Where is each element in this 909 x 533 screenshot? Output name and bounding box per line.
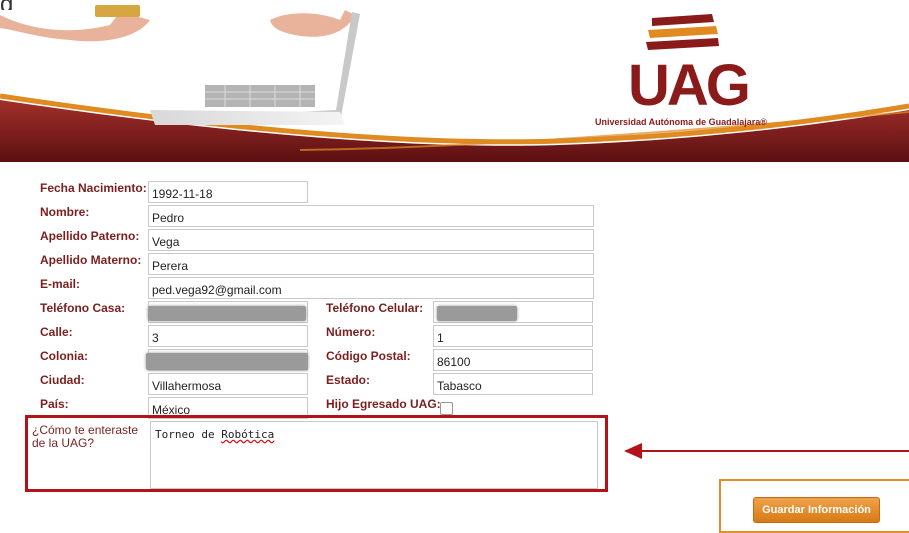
label-apellido-paterno: Apellido Paterno: — [40, 229, 140, 243]
university-name: Universidad Autónoma de Guadalajara® — [595, 117, 767, 127]
header-banner: UAG Universidad Autónoma de Guadalajara® — [0, 0, 909, 162]
guardar-informacion-button[interactable]: Guardar Información — [753, 497, 880, 523]
label-calle: Calle: — [40, 325, 73, 339]
label-ciudad: Ciudad: — [40, 373, 85, 387]
label-fecha-nacimiento: Fecha Nacimiento: — [40, 181, 147, 195]
label-hijo-egresado: Hijo Egresado UAG: — [326, 397, 441, 411]
label-nombre: Nombre: — [40, 205, 90, 219]
ciudad-input[interactable]: Villahermosa — [148, 373, 308, 395]
email-input[interactable]: ped.vega92@gmail.com — [148, 277, 594, 299]
nombre-input[interactable]: Pedro — [148, 205, 594, 227]
estado-input[interactable]: Tabasco — [433, 373, 593, 395]
annotation-arrow-line — [640, 450, 909, 452]
apellido-paterno-input[interactable]: Vega — [148, 229, 594, 251]
redacted-colonia — [146, 353, 308, 370]
label-apellido-materno: Apellido Materno: — [40, 253, 142, 267]
label-estado: Estado: — [326, 373, 371, 387]
uag-logo: UAG — [628, 53, 751, 118]
fecha-nacimiento-input[interactable]: 1992-11-18 — [148, 181, 308, 203]
hijo-egresado-checkbox[interactable] — [440, 402, 453, 415]
label-email: E-mail: — [40, 277, 81, 291]
logo-stripes-icon — [646, 14, 719, 50]
annotation-highlight-box — [25, 415, 608, 492]
apellido-materno-input[interactable]: Perera — [148, 253, 594, 275]
redacted-telefono-celular — [437, 306, 517, 321]
label-codigo-postal: Código Postal: — [326, 349, 411, 363]
calle-input[interactable]: 3 — [148, 325, 308, 347]
arrow-left-icon — [624, 443, 642, 459]
codigo-postal-input[interactable]: 86100 — [433, 349, 593, 371]
label-telefono-casa: Teléfono Casa: — [40, 301, 126, 315]
numero-input[interactable]: 1 — [433, 325, 593, 347]
banner-illustration — [0, 5, 909, 162]
label-numero: Número: — [326, 325, 376, 339]
label-colonia: Colonia: — [40, 349, 88, 363]
redacted-telefono-casa — [148, 306, 306, 321]
label-telefono-celular: Teléfono Celular: — [326, 301, 424, 315]
label-pais: País: — [40, 397, 69, 411]
